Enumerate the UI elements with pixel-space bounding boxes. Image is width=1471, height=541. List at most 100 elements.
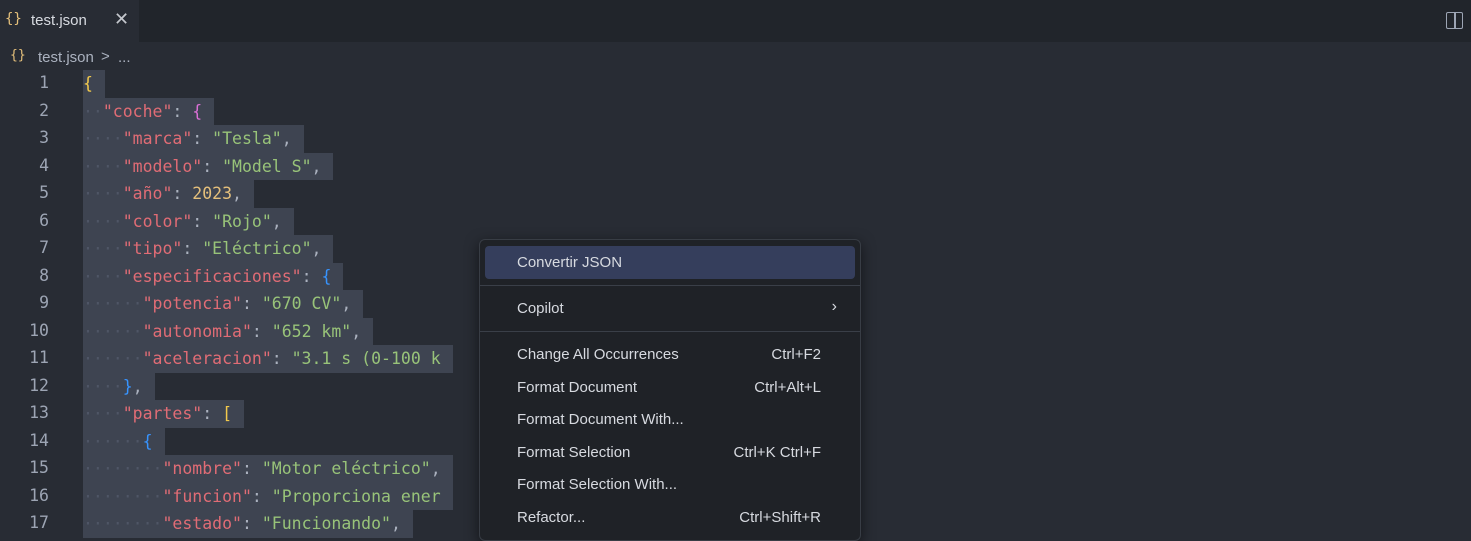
line-number: 12: [29, 375, 49, 395]
json-key: "estado": [162, 514, 242, 533]
colon: :: [301, 266, 322, 286]
line-number: 15: [29, 458, 49, 477]
menu-item-shortcut: Ctrl+K Ctrl+F: [733, 444, 821, 461]
menu-item-label: Refactor...: [517, 509, 586, 526]
breadcrumb-file[interactable]: test.json: [38, 49, 94, 66]
tab-test-json[interactable]: {} test.json ✕: [0, 0, 139, 42]
brace: }: [122, 376, 133, 396]
colon: :: [241, 514, 262, 533]
line-number: 14: [29, 430, 49, 450]
line-content[interactable]: ········"estado": "Funcionando",: [83, 510, 413, 538]
line-content[interactable]: ····"partes": [: [83, 400, 245, 428]
comma: ,: [281, 129, 292, 148]
menu-item-label: Change All Occurrences: [517, 346, 679, 363]
line-content[interactable]: ····"tipo": "Eléctrico",: [83, 235, 334, 263]
json-key: "año": [122, 184, 173, 203]
menu-item-label: Format Selection: [517, 444, 631, 461]
menu-item-copilot[interactable]: Copilot ›: [485, 292, 855, 325]
json-string: "Tesla": [212, 129, 282, 148]
close-icon[interactable]: ✕: [114, 9, 129, 30]
colon: :: [182, 239, 203, 258]
json-key: "aceleracion": [142, 349, 272, 368]
line-number: 11: [29, 348, 49, 367]
breadcrumb-more[interactable]: ...: [118, 49, 131, 66]
json-key: "potencia": [142, 294, 242, 313]
colon: :: [172, 101, 193, 121]
menu-separator: [480, 331, 860, 332]
context-menu: Convertir JSON Copilot › Change All Occu…: [479, 239, 861, 541]
line-number: 9: [39, 293, 49, 312]
menu-item-label: Format Selection With...: [517, 476, 678, 493]
line-content[interactable]: ····},: [83, 372, 155, 400]
line-content[interactable]: ····"especificaciones": {: [83, 262, 344, 290]
json-string: "Proporciona ener: [271, 486, 441, 506]
line-number: 6: [39, 210, 49, 230]
line-number: 4: [39, 155, 49, 175]
menu-item-convert-json[interactable]: Convertir JSON: [485, 246, 855, 279]
menu-item-refactor[interactable]: Refactor... Ctrl+Shift+R: [485, 501, 855, 534]
comma: ,: [351, 321, 362, 341]
line-content[interactable]: ····"modelo": "Model S",: [83, 152, 334, 180]
comma: ,: [430, 459, 441, 478]
colon: :: [241, 294, 262, 313]
line-number: 17: [29, 513, 49, 532]
menu-item-label: Format Document: [517, 379, 638, 396]
menu-item-format-document-with[interactable]: Format Document With...: [485, 403, 855, 436]
json-string: "Motor eléctrico": [261, 459, 431, 478]
menu-item-format-selection[interactable]: Format Selection Ctrl+K Ctrl+F: [485, 436, 855, 469]
menu-item-shortcut: Ctrl+Alt+L: [754, 379, 821, 396]
menu-item-label: Format Document With...: [517, 411, 684, 428]
brace: {: [83, 74, 93, 93]
split-editor-icon[interactable]: [1446, 12, 1463, 29]
line-number: 8: [39, 265, 49, 285]
line-content[interactable]: ······"aceleracion": "3.1 s (0-100 k: [83, 345, 453, 373]
colon: :: [192, 211, 213, 231]
line-content[interactable]: ··"coche": {: [83, 97, 215, 125]
line-content[interactable]: ······"autonomia": "652 km",: [83, 317, 374, 345]
line-content[interactable]: ········"nombre": "Motor eléctrico",: [83, 455, 453, 483]
menu-item-format-selection-with[interactable]: Format Selection With...: [485, 468, 855, 501]
code-line: 1 {: [0, 70, 1471, 98]
line-content[interactable]: ········"funcion": "Proporciona ener: [83, 482, 453, 510]
comma: ,: [271, 211, 282, 231]
menu-item-change-all-occurrences[interactable]: Change All Occurrences Ctrl+F2: [485, 338, 855, 371]
bracket: [: [222, 404, 233, 423]
comma: ,: [232, 184, 242, 203]
line-content[interactable]: ······{: [83, 427, 165, 455]
line-number: 7: [39, 238, 49, 257]
chevron-right-icon: ›: [831, 298, 837, 315]
json-number: 2023: [192, 184, 233, 203]
comma: ,: [341, 294, 352, 313]
line-content[interactable]: ······"potencia": "670 CV",: [83, 290, 364, 318]
colon: :: [202, 404, 223, 423]
code-line: 5 ····"año": 2023,: [0, 180, 1471, 208]
line-number: 10: [29, 320, 49, 340]
menu-separator: [480, 285, 860, 286]
json-key: "modelo": [122, 156, 203, 176]
json-key: "partes": [122, 404, 203, 423]
code-line: 2 ··"coche": {: [0, 97, 1471, 125]
colon: :: [241, 459, 262, 478]
line-number: 13: [29, 403, 49, 422]
brace: {: [192, 101, 203, 121]
colon: :: [192, 129, 213, 148]
colon: :: [271, 349, 292, 368]
json-key: "autonomia": [142, 321, 252, 341]
json-key: "marca": [122, 129, 193, 148]
json-string: "3.1 s (0-100 k: [291, 349, 441, 368]
json-key: "especificaciones": [122, 266, 302, 286]
json-key: "funcion": [162, 486, 252, 506]
json-string: "670 CV": [261, 294, 342, 313]
menu-item-shortcut: Ctrl+F2: [771, 346, 821, 363]
chevron-right-icon: >: [101, 48, 110, 65]
line-content[interactable]: ····"color": "Rojo",: [83, 207, 294, 235]
line-content[interactable]: {: [83, 70, 105, 98]
menu-item-format-document[interactable]: Format Document Ctrl+Alt+L: [485, 371, 855, 404]
json-file-icon: {}: [5, 11, 22, 27]
comma: ,: [132, 376, 143, 396]
json-string: "Rojo": [212, 211, 272, 231]
line-content[interactable]: ····"marca": "Tesla",: [83, 125, 304, 153]
code-line: 6 ····"color": "Rojo",: [0, 207, 1471, 235]
menu-item-label: Convertir JSON: [517, 254, 623, 271]
line-content[interactable]: ····"año": 2023,: [83, 180, 254, 208]
